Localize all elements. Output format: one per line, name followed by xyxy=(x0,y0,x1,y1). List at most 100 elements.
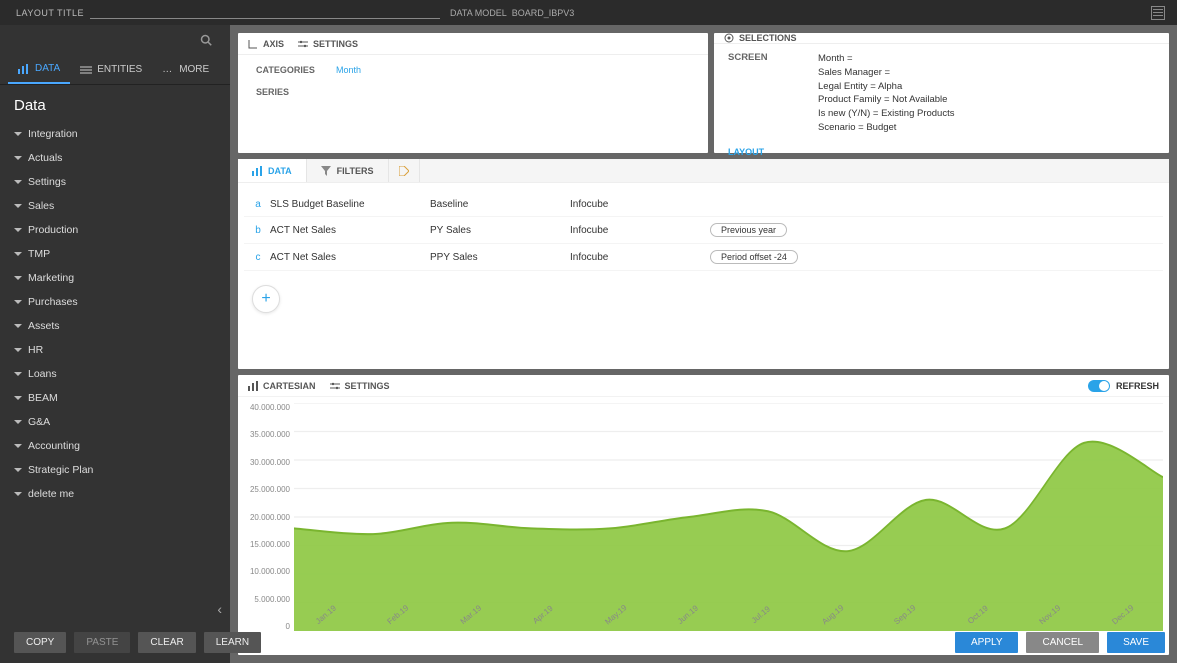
screen-label: SCREEN xyxy=(728,52,788,135)
tag-icon xyxy=(399,166,409,176)
data-tab-filters[interactable]: FILTERS xyxy=(307,159,389,182)
row-col2: PY Sales xyxy=(430,225,570,236)
sidebar-item[interactable]: Sales xyxy=(0,194,230,218)
sidebar-heading: Data xyxy=(0,85,230,122)
row-pill[interactable]: Previous year xyxy=(710,223,787,237)
caret-down-icon xyxy=(14,228,22,232)
top-header: LAYOUT TITLE DATA MODEL BOARD_IBPV3 xyxy=(0,0,1177,25)
caret-down-icon xyxy=(14,276,22,280)
selections-panel: SELECTIONS SCREEN Month = Sales Manager … xyxy=(714,33,1169,153)
data-model-label: DATA MODEL BOARD_IBPV3 xyxy=(450,8,574,18)
data-row[interactable]: b ACT Net Sales PY Sales Infocube Previo… xyxy=(244,217,1163,244)
sidebar-item[interactable]: HR xyxy=(0,338,230,362)
chart-panel: CARTESIAN SETTINGS REFRESH 40.000.000 35… xyxy=(238,375,1169,655)
data-row[interactable]: a SLS Budget Baseline Baseline Infocube xyxy=(244,193,1163,217)
row-name: ACT Net Sales xyxy=(270,225,430,236)
sidebar-tab-more[interactable]: … MORE xyxy=(152,56,219,83)
sidebar-tab-data[interactable]: DATA xyxy=(8,55,70,84)
caret-down-icon xyxy=(14,252,22,256)
caret-down-icon xyxy=(14,396,22,400)
learn-button[interactable]: LEARN xyxy=(204,632,261,653)
caret-down-icon xyxy=(14,468,22,472)
selections-title: SELECTIONS xyxy=(724,33,797,43)
sidebar-tabs: DATA ENTITIES … MORE xyxy=(0,55,230,85)
caret-down-icon xyxy=(14,180,22,184)
sliders-icon xyxy=(330,381,340,391)
chart-tab-cartesian[interactable]: CARTESIAN xyxy=(248,381,316,391)
axis-icon xyxy=(248,39,258,49)
layout-title-input[interactable] xyxy=(90,7,440,19)
save-button[interactable]: SAVE xyxy=(1107,632,1165,653)
sidebar-item[interactable]: TMP xyxy=(0,242,230,266)
selection-lines: Month = Sales Manager = Legal Entity = A… xyxy=(818,52,954,135)
refresh-toggle[interactable] xyxy=(1088,380,1110,392)
paste-button[interactable]: PASTE xyxy=(74,632,130,653)
workspace: AXIS SETTINGS CATEGORIES Month SERIES xyxy=(230,25,1177,663)
sidebar-item[interactable]: Marketing xyxy=(0,266,230,290)
add-row-button[interactable]: + xyxy=(252,285,280,313)
chart-y-axis: 40.000.000 35.000.000 30.000.000 25.000.… xyxy=(244,403,294,631)
row-name: SLS Budget Baseline xyxy=(270,199,430,210)
row-pill[interactable]: Period offset -24 xyxy=(710,250,798,264)
categories-value[interactable]: Month xyxy=(336,65,690,75)
categories-label: CATEGORIES xyxy=(256,65,336,75)
layout-icon[interactable] xyxy=(1151,6,1165,20)
sidebar: DATA ENTITIES … MORE Data Integration Ac… xyxy=(0,25,230,663)
caret-down-icon xyxy=(14,324,22,328)
row-col3: Infocube xyxy=(570,199,710,210)
sidebar-tab-entities[interactable]: ENTITIES xyxy=(70,56,152,83)
row-col2: Baseline xyxy=(430,199,570,210)
sidebar-item[interactable]: Loans xyxy=(0,362,230,386)
refresh-label: REFRESH xyxy=(1116,381,1159,391)
sidebar-item[interactable]: Actuals xyxy=(0,146,230,170)
caret-down-icon xyxy=(14,132,22,136)
row-col3: Infocube xyxy=(570,252,710,263)
row-col2: PPY Sales xyxy=(430,252,570,263)
bars-icon xyxy=(252,166,262,176)
sidebar-list: Integration Actuals Settings Sales Produ… xyxy=(0,122,230,506)
sidebar-item[interactable]: Purchases xyxy=(0,290,230,314)
sliders-icon xyxy=(298,39,308,49)
sidebar-item[interactable]: BEAM xyxy=(0,386,230,410)
apply-button[interactable]: APPLY xyxy=(955,632,1019,653)
dots-icon: … xyxy=(162,64,174,75)
data-tab-data[interactable]: DATA xyxy=(238,159,307,182)
sidebar-item[interactable]: Settings xyxy=(0,170,230,194)
copy-button[interactable]: COPY xyxy=(14,632,66,653)
filter-icon xyxy=(321,166,331,176)
chart-tab-settings[interactable]: SETTINGS xyxy=(330,381,390,391)
sidebar-item[interactable]: Production xyxy=(0,218,230,242)
series-label: SERIES xyxy=(256,87,336,97)
caret-down-icon xyxy=(14,420,22,424)
axis-tab-axis[interactable]: AXIS xyxy=(248,39,284,49)
sidebar-item[interactable]: G&A xyxy=(0,410,230,434)
row-letter: c xyxy=(246,252,270,263)
list-icon xyxy=(80,65,92,75)
sidebar-item[interactable]: Integration xyxy=(0,122,230,146)
data-row[interactable]: c ACT Net Sales PPY Sales Infocube Perio… xyxy=(244,244,1163,271)
layout-title-label: LAYOUT TITLE xyxy=(16,8,84,18)
caret-down-icon xyxy=(14,348,22,352)
sidebar-collapse-icon[interactable]: ‹ xyxy=(217,601,222,617)
row-letter: b xyxy=(246,225,270,236)
data-tab-extra[interactable] xyxy=(389,159,420,182)
bars-icon xyxy=(18,64,30,74)
caret-down-icon xyxy=(14,372,22,376)
axis-tab-settings[interactable]: SETTINGS xyxy=(298,39,358,49)
chart-icon xyxy=(248,381,258,391)
sidebar-item[interactable]: Accounting xyxy=(0,434,230,458)
caret-down-icon xyxy=(14,300,22,304)
cancel-button[interactable]: CANCEL xyxy=(1026,632,1099,653)
caret-down-icon xyxy=(14,204,22,208)
clear-button[interactable]: CLEAR xyxy=(138,632,195,653)
row-letter: a xyxy=(246,199,270,210)
row-col3: Infocube xyxy=(570,225,710,236)
bottom-actions: APPLY CANCEL SAVE xyxy=(955,632,1165,653)
target-icon xyxy=(724,33,734,43)
caret-down-icon xyxy=(14,444,22,448)
sidebar-item[interactable]: Assets xyxy=(0,314,230,338)
sidebar-item[interactable]: Strategic Plan xyxy=(0,458,230,482)
row-name: ACT Net Sales xyxy=(270,252,430,263)
search-icon[interactable] xyxy=(200,34,212,46)
sidebar-item[interactable]: delete me xyxy=(0,482,230,506)
